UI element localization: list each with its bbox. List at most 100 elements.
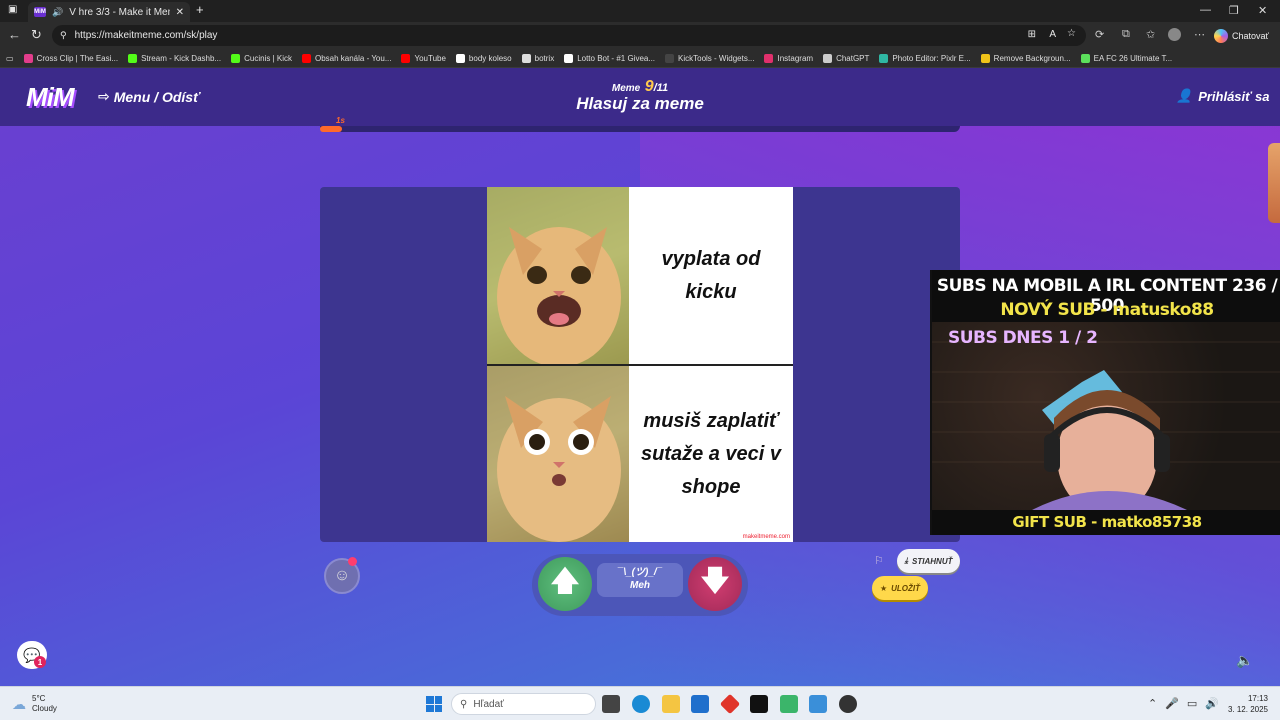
- download-icon: ⤓: [904, 556, 909, 565]
- browser-tab[interactable]: MiM 🔊 V hre 3/3 - Make it Meme ✕: [28, 2, 190, 22]
- speaker-icon[interactable]: 🔊: [52, 7, 63, 18]
- login-button[interactable]: 👤 Prihlásiť sa: [1176, 88, 1269, 104]
- microphone-icon[interactable]: 🎤: [1165, 697, 1179, 710]
- bookmark-item[interactable]: Obsah kanála - You...: [301, 53, 392, 63]
- counter-total: /11: [653, 82, 669, 94]
- gift-sub-text: GIFT SUB - matko85738: [932, 510, 1280, 535]
- upvote-button[interactable]: 🡅: [538, 557, 592, 611]
- menu-exit-link[interactable]: ⇨ Menu / Odísť: [98, 88, 200, 105]
- bookmark-label: Cross Clip | The Easi...: [36, 53, 119, 63]
- close-window-icon[interactable]: ✕: [1258, 4, 1267, 17]
- favorites-icon[interactable]: ✩: [1146, 28, 1155, 41]
- bookmark-item[interactable]: Stream - Kick Dashb...: [128, 53, 221, 63]
- app-red-diamond-icon[interactable]: [719, 693, 741, 715]
- user-icon: 👤: [1176, 88, 1193, 103]
- store-icon[interactable]: [691, 695, 709, 713]
- bookmark-item[interactable]: Photo Editor: Pixlr E...: [879, 53, 971, 63]
- shocked-cat-image: [487, 366, 629, 542]
- new-tab-icon[interactable]: +: [196, 2, 204, 17]
- task-view-icon[interactable]: [602, 695, 620, 713]
- bookmark-item[interactable]: EA FC 26 Ultimate T...: [1080, 53, 1172, 63]
- timer-text: 1s: [336, 116, 345, 125]
- arrow-down-icon: 🡇: [700, 565, 730, 596]
- start-button[interactable]: [426, 696, 442, 712]
- tiktok-icon[interactable]: [750, 695, 768, 713]
- page-title: Hlasuj za meme: [576, 94, 704, 113]
- bookmarks-bar: ▭ Cross Clip | The Easi... Stream - Kick D…: [0, 49, 1280, 68]
- download-button[interactable]: ⤓ STIAHNUŤ: [897, 549, 960, 573]
- favorite-star-icon[interactable]: ☆: [1067, 28, 1076, 39]
- windows-taskbar: ☁ 5°C Cloudy ⚲ Hľadať ⌃ 🎤 ▭ 🔊 17:13 3. 1…: [0, 686, 1280, 720]
- bookmark-favicon-icon: [980, 53, 990, 63]
- bookmark-item[interactable]: body koleso: [455, 53, 512, 63]
- bookmark-item[interactable]: Cross Clip | The Easi...: [23, 53, 119, 63]
- bookmark-label: Obsah kanála - You...: [314, 53, 392, 63]
- url-text: https://makeitmeme.com/sk/play: [74, 30, 218, 41]
- chat-unread-badge: 1: [34, 656, 46, 668]
- counter-label: Meme: [611, 83, 641, 94]
- site-info-icon[interactable]: ⚲: [60, 30, 67, 41]
- exit-icon: ⇨: [98, 88, 110, 104]
- bookmark-favicon-icon: [564, 53, 574, 63]
- weather-condition: Cloudy: [32, 704, 57, 713]
- bookmark-label: Instagram: [777, 53, 814, 63]
- browser-tab-bar: ▣ MiM 🔊 V hre 3/3 - Make it Meme ✕ + — ❐…: [0, 0, 1280, 22]
- cloud-icon: ☁: [12, 696, 26, 712]
- photos-icon[interactable]: [809, 695, 827, 713]
- profile-avatar[interactable]: [1168, 28, 1181, 41]
- refresh-icon[interactable]: ↻: [31, 27, 42, 43]
- bookmark-label: Remove Backgroun...: [993, 53, 1071, 63]
- bookmark-item[interactable]: Remove Backgroun...: [980, 53, 1071, 63]
- site-favicon-icon: MiM: [34, 7, 46, 17]
- star-icon: ★: [879, 583, 888, 593]
- taskbar-clock[interactable]: 17:13 3. 12. 2025: [1226, 693, 1268, 715]
- taskbar-search[interactable]: ⚲ Hľadať: [451, 693, 596, 715]
- bookmark-item[interactable]: Cucinis | Kick: [231, 53, 292, 63]
- save-button[interactable]: ★ ULOŽIŤ: [872, 576, 928, 600]
- more-menu-icon[interactable]: ⋯: [1194, 28, 1205, 41]
- bookmark-item[interactable]: Lotto Bot - #1 Givea...: [564, 53, 655, 63]
- close-tab-icon[interactable]: ✕: [176, 7, 184, 18]
- reaction-notification-dot: [348, 557, 357, 566]
- bookmark-favicon-icon: [823, 53, 833, 63]
- bookmark-item[interactable]: YouTube: [401, 53, 446, 63]
- edge-browser-icon[interactable]: [632, 695, 650, 713]
- network-icon[interactable]: ▭: [1187, 697, 1197, 710]
- copilot-chat-button[interactable]: Chatovať: [1214, 26, 1269, 45]
- back-icon[interactable]: ←: [8, 27, 21, 42]
- bookmark-favicon-icon: [23, 53, 33, 63]
- system-tray: ⌃ 🎤 ▭ 🔊: [1148, 697, 1219, 710]
- minimize-icon[interactable]: —: [1200, 4, 1211, 16]
- address-bar[interactable]: ⚲ https://makeitmeme.com/sk/play ⊞ A ☆: [52, 25, 1086, 46]
- site-logo[interactable]: MiM: [26, 82, 75, 113]
- app-available-icon[interactable]: ⊞: [1028, 29, 1036, 40]
- obs-icon[interactable]: [839, 695, 857, 713]
- meh-face: ¯\_(ツ)_/¯: [617, 567, 663, 578]
- bookmark-item[interactable]: Instagram: [764, 53, 814, 63]
- weather-widget[interactable]: ☁ 5°C Cloudy: [12, 694, 57, 714]
- split-screen-icon[interactable]: ⧉: [1122, 28, 1130, 41]
- bookmark-favicon-icon: [521, 53, 531, 63]
- side-peek-image: [1268, 143, 1280, 223]
- meh-button[interactable]: ¯\_(ツ)_/¯ Meh: [597, 563, 683, 597]
- downvote-button[interactable]: 🡇: [688, 557, 742, 611]
- chat-button-label: Chatovať: [1232, 30, 1269, 41]
- sound-toggle-icon[interactable]: 🔈: [1236, 652, 1253, 669]
- volume-icon[interactable]: 🔊: [1205, 697, 1219, 710]
- tab-actions-icon[interactable]: ▣: [8, 4, 17, 15]
- bookmark-item[interactable]: KickTools - Widgets...: [665, 53, 754, 63]
- file-explorer-icon[interactable]: [662, 695, 680, 713]
- notepad-icon[interactable]: [780, 695, 798, 713]
- device-icon[interactable]: ▭: [6, 54, 14, 63]
- new-sub-text: NOVÝ SUB - matusko88: [1000, 300, 1214, 320]
- extensions-icon[interactable]: ⟳: [1095, 28, 1104, 41]
- maximize-icon[interactable]: ❐: [1229, 4, 1239, 17]
- bookmark-item[interactable]: botrix: [521, 53, 554, 63]
- report-flag-icon[interactable]: ⚐: [874, 554, 884, 567]
- chevron-up-icon[interactable]: ⌃: [1148, 697, 1157, 710]
- bookmark-label: Cucinis | Kick: [244, 53, 292, 63]
- search-placeholder: Hľadať: [473, 698, 504, 710]
- read-aloud-icon[interactable]: A: [1049, 29, 1056, 40]
- bookmark-item[interactable]: ChatGPT: [823, 53, 869, 63]
- download-label: STIAHNUŤ: [912, 556, 953, 566]
